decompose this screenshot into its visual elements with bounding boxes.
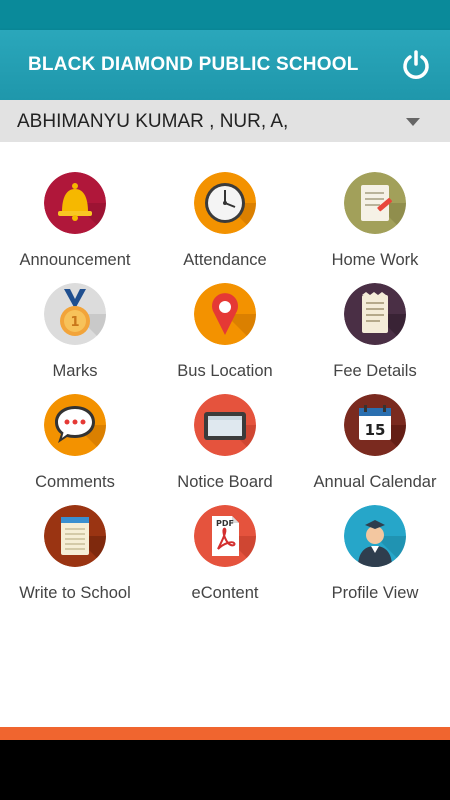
map-pin-icon (194, 283, 256, 345)
receipt-icon (344, 283, 406, 345)
svg-text:1: 1 (70, 315, 79, 330)
menu-item-write-to-school[interactable]: Write to School (0, 495, 150, 606)
menu-label: Annual Calendar (313, 473, 437, 491)
app-title: BLACK DIAMOND PUBLIC SCHOOL (28, 54, 359, 75)
menu-label: Home Work (331, 251, 419, 269)
status-bar (0, 0, 450, 30)
menu-item-announcement[interactable]: Announcement (0, 162, 150, 273)
menu-label: Bus Location (177, 362, 273, 380)
menu-item-home-work[interactable]: Home Work (300, 162, 450, 273)
menu-item-comments[interactable]: Comments (0, 384, 150, 495)
medal-icon: 1 (44, 283, 106, 345)
clock-icon (194, 172, 256, 234)
calendar-icon: 15 (344, 394, 406, 456)
notice-board-icon (194, 394, 256, 456)
student-name: ABHIMANYU KUMAR , NUR, A, (17, 111, 289, 132)
user-profile-icon (344, 505, 406, 567)
dropdown-arrow-icon[interactable] (406, 118, 420, 126)
menu-item-marks[interactable]: 1 Marks (0, 273, 150, 384)
menu-label: eContent (191, 584, 259, 602)
menu-label: Marks (52, 362, 98, 380)
app-bar: BLACK DIAMOND PUBLIC SCHOOL (0, 30, 450, 100)
notebook-icon (44, 505, 106, 567)
menu-item-econtent[interactable]: PDF eContent (150, 495, 300, 606)
svg-text:PDF: PDF (216, 519, 234, 528)
homework-notepad-icon (344, 172, 406, 234)
menu-item-bus-location[interactable]: Bus Location (150, 273, 300, 384)
menu-item-annual-calendar[interactable]: 15 Annual Calendar (300, 384, 450, 495)
menu-label: Comments (35, 473, 115, 491)
speech-bubble-icon (44, 394, 106, 456)
pdf-file-icon: PDF (194, 505, 256, 567)
menu-label: Notice Board (177, 473, 273, 491)
menu-item-profile-view[interactable]: Profile View (300, 495, 450, 606)
bottom-accent-strip (0, 727, 450, 740)
menu-label: Write to School (19, 584, 131, 602)
menu-item-fee-details[interactable]: Fee Details (300, 273, 450, 384)
menu-item-attendance[interactable]: Attendance (150, 162, 300, 273)
menu-label: Announcement (19, 251, 131, 269)
system-navigation-bar (0, 740, 450, 800)
menu-label: Fee Details (333, 362, 417, 380)
menu-label: Profile View (331, 584, 419, 602)
menu-item-notice-board[interactable]: Notice Board (150, 384, 300, 495)
menu-label: Attendance (183, 251, 267, 269)
bell-icon (44, 172, 106, 234)
student-selector[interactable]: ABHIMANYU KUMAR , NUR, A, (0, 100, 450, 142)
svg-text:15: 15 (365, 421, 386, 439)
power-icon[interactable] (400, 49, 432, 81)
